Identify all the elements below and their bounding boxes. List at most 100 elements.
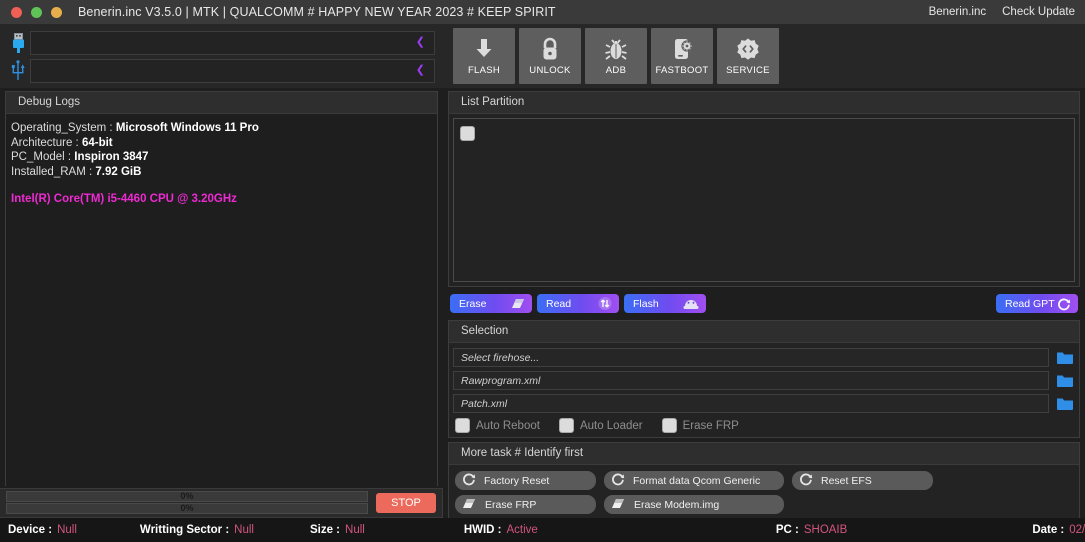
auto-loader-checkbox[interactable] [558,418,574,433]
patch-browse-button[interactable] [1055,396,1075,411]
status-writing-sector: Writting Sector : Null [140,524,254,536]
log-key: Architecture : [11,136,82,149]
auto-loader-label: Auto Loader [579,419,643,432]
erase-button[interactable]: Erase [450,294,532,313]
auto-loader-option[interactable]: Auto Loader [558,418,643,433]
selection-title: Selection [449,321,1079,343]
erase-frp-option[interactable]: Erase FRP [661,418,739,433]
chevron-down-icon: ❮ [415,36,425,48]
log-line-cpu: Intel(R) Core(TM) i5-4460 CPU @ 3.20GHz [11,193,237,205]
rawprogram-browse-button[interactable] [1055,373,1075,388]
phone-gear-icon [669,34,695,64]
erase-frp-checkbox[interactable] [661,418,677,433]
chevron-down-icon: ❮ [415,64,425,76]
read-gpt-button[interactable]: Read GPT [996,294,1078,313]
patch-input[interactable]: Patch.xml [453,394,1049,413]
factory-reset-label: Factory Reset [484,474,550,487]
flash-button[interactable]: FLASH [453,28,515,84]
status-size: Size : Null [310,524,365,536]
usb-combo[interactable]: ❮ [30,58,435,83]
firehose-browse-button[interactable] [1055,350,1075,365]
rawprogram-input[interactable]: Rawprogram.xml [453,371,1049,390]
read-button[interactable]: Read [537,294,619,313]
unlock-button-label: UNLOCK [529,65,571,76]
service-button[interactable]: SERVICE [717,28,779,84]
bug-icon [603,34,629,64]
status-hwid-key: HWID : [463,524,502,536]
format-data-qcom-label: Format data Qcom Generic [633,474,761,487]
debug-logs-panel: Debug Logs Operating_System : Microsoft … [5,91,438,486]
firehose-input[interactable]: Select firehose... [453,348,1049,367]
title-bar: Benerin.inc V3.5.0 | MTK | QUALCOMM # HA… [0,0,1085,24]
log-line-pc-model: PC_Model : Inspiron 3847 [11,150,437,165]
usb-connector-icon [6,59,30,82]
log-line-architecture: Architecture : 64-bit [11,136,437,151]
log-value: 7.92 GiB [95,165,142,178]
status-device-key: Device : [8,524,53,536]
right-pane: List Partition Erase Read Flash Read GPT… [443,88,1085,526]
rawprogram-row: Rawprogram.xml [453,371,1075,390]
log-value: Inspiron 3847 [74,151,149,163]
read-button-label: Read [546,297,572,310]
flash-partition-button[interactable]: Flash [624,294,706,313]
erase-frp-label: Erase FRP [682,419,739,432]
fastboot-button[interactable]: FASTBOOT [651,28,713,84]
auto-reboot-option[interactable]: Auto Reboot [455,418,540,433]
log-line-ram: Installed_RAM : 7.92 GiB [11,165,437,180]
stop-button[interactable]: STOP [376,493,436,513]
progress-bar-secondary-label: 0% [180,503,194,513]
selection-panel: Selection Select firehose... Rawprogram.… [448,320,1080,438]
debug-logs-body: Operating_System : Microsoft Windows 11 … [6,114,437,486]
window-title: Benerin.inc V3.5.0 | MTK | QUALCOMM # HA… [78,5,556,19]
status-hwid-value: Active [506,524,538,536]
gear-code-icon [735,34,761,64]
log-key: Installed_RAM : [11,165,96,178]
title-bar-right: Benerin.inc Check Update [929,6,1075,18]
log-line-os: Operating_System : Microsoft Windows 11 … [11,121,437,136]
folder-icon [1057,398,1073,410]
auto-reboot-label: Auto Reboot [476,419,540,432]
minimize-button[interactable] [31,6,42,18]
progress-bars: 0% 0% [6,491,368,515]
maximize-button[interactable] [51,6,62,18]
rawprogram-input-text: Rawprogram.xml [461,374,541,387]
log-value: Microsoft Windows 11 Pro [115,122,259,134]
top-bar: ❮ ❮ FLASH UNLOCK ADB FASTBOOT SERVICE [0,24,1085,88]
refresh-icon [611,472,625,489]
reset-efs-label: Reset EFS [821,474,872,487]
status-size-value: Null [345,524,365,536]
folder-icon [1057,352,1073,364]
check-update-link[interactable]: Check Update [1002,6,1075,18]
erase-button-label: Erase [459,297,487,310]
refresh-icon [462,472,476,489]
refresh-icon [799,472,813,489]
left-pane: Debug Logs Operating_System : Microsoft … [0,88,443,486]
close-button[interactable] [11,6,22,18]
status-pc-key: PC : [775,524,799,536]
read-gpt-button-label: Read GPT [1005,297,1055,310]
server-tray-icon [683,298,699,310]
adb-button[interactable]: ADB [585,28,647,84]
port-combo[interactable]: ❮ [30,30,435,55]
firehose-input-text: Select firehose... [461,351,540,364]
list-partition-panel: List Partition [448,91,1080,287]
auto-reboot-checkbox[interactable] [455,418,470,433]
usb-combo-row: ❮ [6,58,435,83]
eraser-icon [511,298,525,310]
log-key: Operating_System : [11,122,116,134]
list-partition-body [449,114,1079,286]
status-device-value: Null [57,524,77,536]
partition-select-all-checkbox[interactable] [460,126,475,142]
status-device: Device : Null [8,524,77,536]
mode-toolbar: FLASH UNLOCK ADB FASTBOOT SERVICE [443,24,1085,88]
partition-list[interactable] [453,118,1075,282]
status-date-value: 02/22/2023 [1069,524,1085,536]
service-button-label: SERVICE [726,65,770,76]
status-bar-wrap: Device : Null Writting Sector : Null Siz… [0,518,1085,542]
unlock-button[interactable]: UNLOCK [519,28,581,84]
refresh-icon [1057,297,1071,311]
status-hwid: HWID : Active [464,524,538,536]
window-controls [11,6,62,18]
selection-body: Select firehose... Rawprogram.xml Patch.… [449,343,1079,437]
usb-drive-icon [6,32,30,53]
